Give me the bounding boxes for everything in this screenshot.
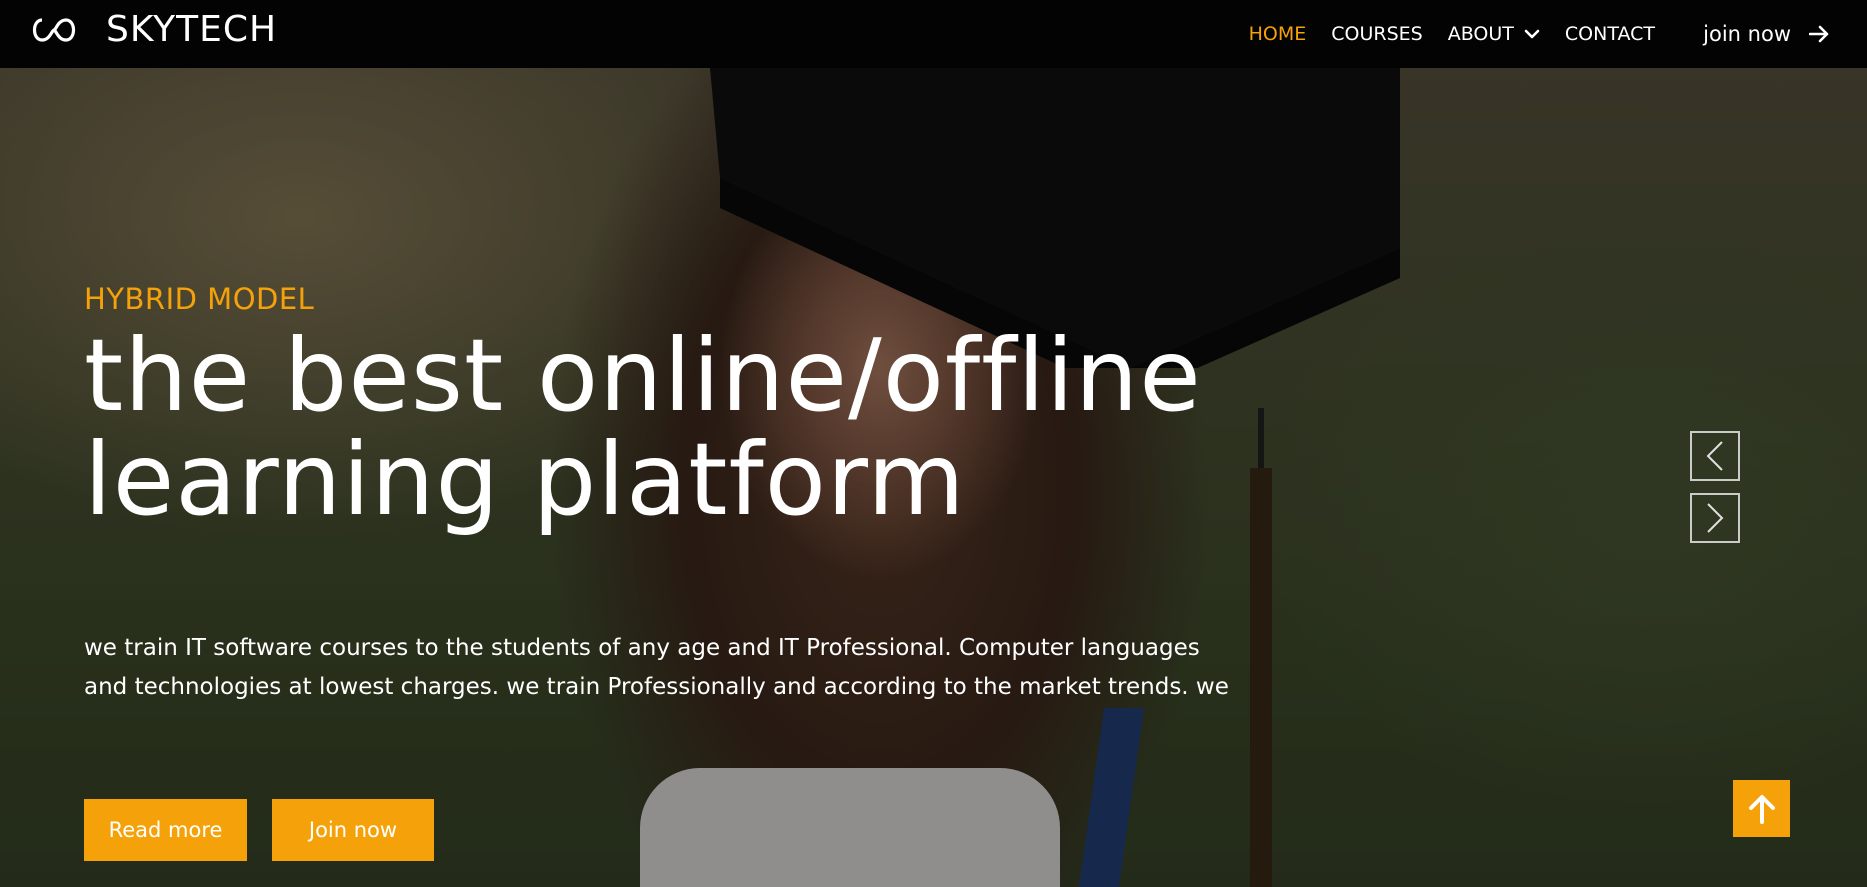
scroll-to-top-button[interactable] <box>1733 780 1790 837</box>
chevron-right-icon <box>1707 503 1724 533</box>
hero-section: HYBRID MODEL the best online/offline lea… <box>0 68 1867 887</box>
nav-link-label: COURSES <box>1331 23 1423 45</box>
nav-link-contact[interactable]: CONTACT <box>1565 23 1655 45</box>
read-more-button[interactable]: Read more <box>84 799 247 861</box>
hero-headline-line1: the best online/offline <box>84 317 1202 434</box>
chevron-left-icon <box>1706 441 1723 471</box>
nav-link-courses[interactable]: COURSES <box>1331 23 1422 45</box>
join-now-button[interactable]: Join now <box>272 799 434 861</box>
brand[interactable]: SKYTECH <box>28 8 277 52</box>
join-now-link[interactable]: join now <box>1703 0 1829 68</box>
nav-link-home[interactable]: HOME <box>1249 23 1307 45</box>
infinity-icon <box>32 18 76 42</box>
nav-link-label: HOME <box>1248 23 1307 45</box>
nav-link-label: CONTACT <box>1564 23 1655 45</box>
nav-link-label: ABOUT <box>1447 23 1514 45</box>
hero-eyebrow: HYBRID MODEL <box>84 282 315 316</box>
hero-headline-line2: learning platform <box>84 421 966 538</box>
arrow-right-icon <box>1809 25 1829 43</box>
slider-next-button[interactable] <box>1690 493 1740 543</box>
nav-link-about[interactable]: ABOUT <box>1448 23 1540 45</box>
hero-description: we train IT software courses to the stud… <box>84 635 1229 700</box>
join-now-label: join now <box>1703 22 1791 46</box>
arrow-up-icon <box>1748 794 1775 824</box>
brand-name: SKYTECH <box>106 9 278 50</box>
nav-menu: HOME COURSES ABOUT CONTACT <box>1224 0 1655 68</box>
chevron-down-icon <box>1524 29 1540 39</box>
slider-prev-button[interactable] <box>1690 431 1740 481</box>
navbar: SKYTECH HOME COURSES ABOUT CONTACT join … <box>0 0 1867 68</box>
